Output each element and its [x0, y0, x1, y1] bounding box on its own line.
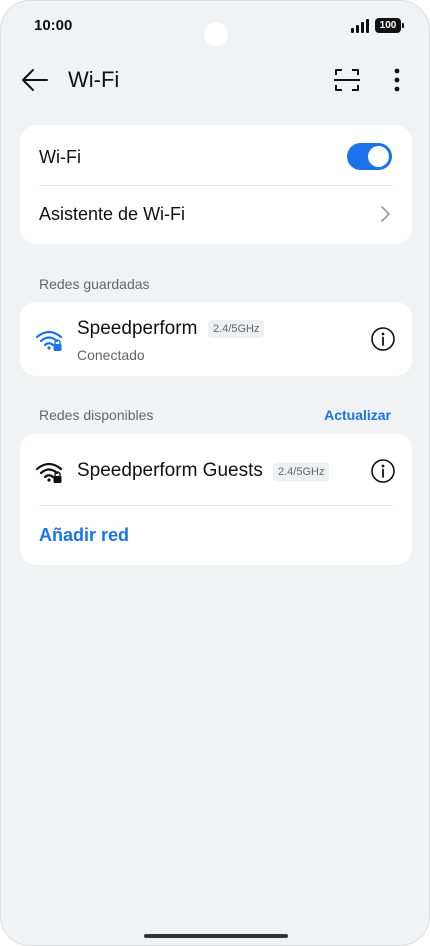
more-vert-icon	[394, 68, 400, 92]
saved-network-item[interactable]: Speedperform 2.4/5GHz Conectado	[20, 302, 412, 376]
wifi-settings-card: Wi-Fi Asistente de Wi-Fi	[20, 125, 412, 244]
wifi-assistant-item[interactable]: Asistente de Wi-Fi	[39, 203, 369, 225]
scan-button[interactable]	[333, 67, 361, 93]
more-options-button[interactable]	[385, 67, 409, 93]
phone-screen: 10:00 100 Wi-Fi Wi-Fi Asistente de Wi-Fi…	[0, 0, 430, 946]
back-arrow-icon	[22, 69, 48, 91]
page-title: Wi-Fi	[68, 67, 120, 92]
divider	[39, 185, 393, 186]
back-button[interactable]	[19, 65, 51, 95]
network-name: Speedperform Guests	[77, 460, 263, 481]
wifi-lock-icon	[35, 330, 63, 351]
toggle-knob	[368, 146, 389, 167]
wifi-toggle[interactable]	[347, 143, 392, 170]
battery-icon: 100	[375, 18, 404, 33]
status-time: 10:00	[34, 17, 73, 34]
band-badge: 2.4/5GHz	[273, 463, 330, 481]
wifi-lock-icon	[35, 462, 63, 483]
refresh-button[interactable]: Actualizar	[324, 406, 391, 424]
chevron-right-icon	[381, 206, 390, 222]
available-network-item[interactable]: Speedperform Guests 2.4/5GHz	[20, 434, 412, 506]
wifi-toggle-label: Wi-Fi	[39, 147, 81, 167]
divider	[39, 505, 393, 506]
scan-icon	[334, 69, 360, 91]
signal-icon	[351, 19, 371, 33]
network-info-button[interactable]	[370, 458, 396, 484]
info-icon	[371, 327, 395, 351]
network-name: Speedperform	[77, 318, 198, 339]
available-networks-label: Redes disponibles	[39, 407, 154, 423]
add-network-button[interactable]: Añadir red	[39, 524, 129, 546]
info-icon	[371, 459, 395, 483]
front-camera	[204, 22, 228, 46]
network-info-button[interactable]	[370, 326, 396, 352]
network-status: Conectado	[77, 347, 145, 363]
home-indicator[interactable]	[144, 934, 288, 938]
band-badge: 2.4/5GHz	[208, 320, 265, 338]
saved-networks-label: Redes guardadas	[39, 276, 150, 292]
available-networks-card: Speedperform Guests 2.4/5GHz Añadir red	[20, 434, 412, 565]
